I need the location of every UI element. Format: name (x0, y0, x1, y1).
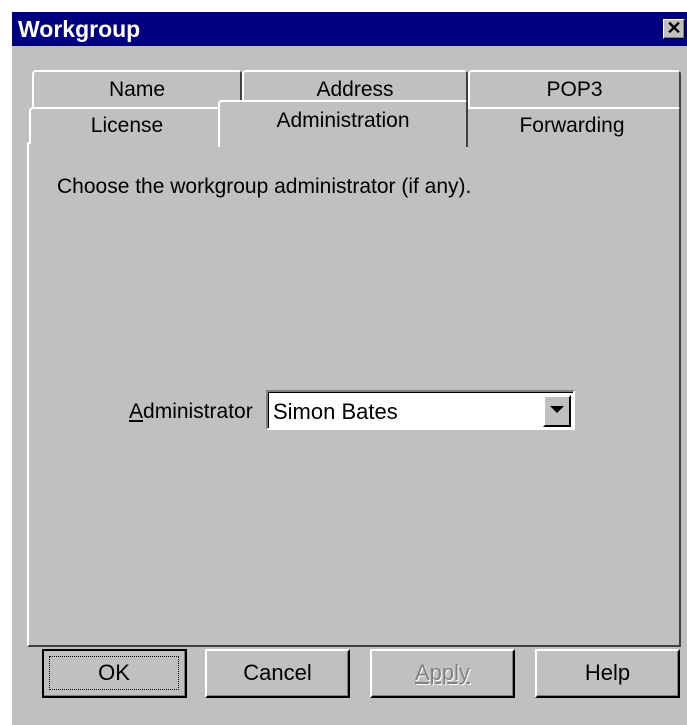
window-title: Workgroup (18, 16, 141, 42)
chevron-down-icon (550, 406, 564, 413)
tab-license[interactable]: License (29, 107, 225, 144)
administrator-label: Administrator (129, 400, 253, 423)
tab-administration[interactable]: Administration (218, 100, 468, 147)
workgroup-dialog: Workgroup ✕ Name Address POP3 License Ad… (12, 12, 687, 725)
tab-forwarding[interactable]: Forwarding (463, 107, 681, 144)
tab-name[interactable]: Name (32, 70, 242, 110)
help-button[interactable]: Help (535, 649, 680, 698)
cancel-button[interactable]: Cancel (205, 649, 350, 698)
close-icon: ✕ (666, 18, 682, 38)
title-bar[interactable]: Workgroup ✕ (12, 12, 687, 46)
ok-button[interactable]: OK (42, 649, 187, 698)
ok-label: OK (49, 656, 179, 690)
administrator-select[interactable]: Simon Bates (266, 390, 575, 430)
tab-pop3[interactable]: POP3 (468, 70, 681, 110)
administrator-value: Simon Bates (273, 399, 398, 424)
apply-button[interactable]: Apply (370, 649, 515, 698)
close-button[interactable]: ✕ (663, 19, 685, 39)
dropdown-button[interactable] (543, 395, 571, 427)
instruction-text: Choose the workgroup administrator (if a… (57, 175, 472, 198)
